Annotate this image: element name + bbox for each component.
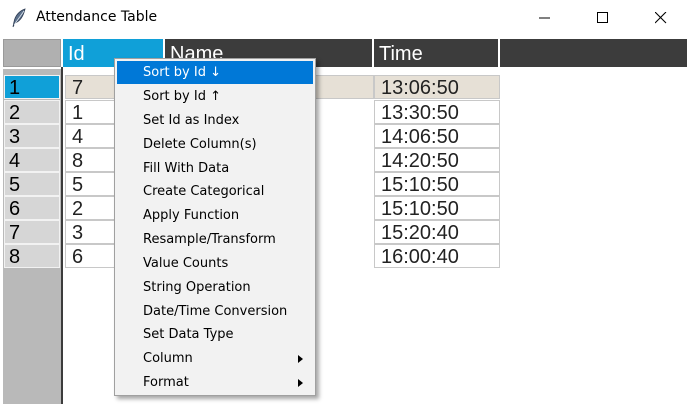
menu-item-datetime-conversion[interactable]: Date/Time Conversion bbox=[117, 300, 313, 323]
row-index[interactable]: 6 bbox=[4, 196, 60, 220]
menu-item-fill-with-data[interactable]: Fill With Data bbox=[117, 157, 313, 180]
minimize-button[interactable] bbox=[522, 0, 568, 36]
index-divider bbox=[61, 67, 63, 404]
row-index[interactable]: 4 bbox=[4, 148, 60, 172]
menu-item-sort-ascending[interactable]: Sort by Id ↑ bbox=[117, 85, 313, 108]
menu-item-value-counts[interactable]: Value Counts bbox=[117, 252, 313, 275]
cell-time[interactable]: 14:20:50 bbox=[374, 148, 500, 172]
menu-item-label: Column bbox=[143, 351, 193, 366]
menu-item-create-categorical[interactable]: Create Categorical bbox=[117, 180, 313, 203]
cell-time[interactable]: 15:10:50 bbox=[374, 172, 500, 196]
row-index[interactable]: 7 bbox=[4, 220, 60, 244]
context-menu: Sort by Id ↓ Sort by Id ↑ Set Id as Inde… bbox=[114, 58, 316, 396]
maximize-icon bbox=[597, 12, 608, 23]
submenu-arrow-icon bbox=[298, 355, 303, 363]
minimize-icon bbox=[539, 17, 550, 19]
feather-icon bbox=[12, 8, 26, 28]
cell-time[interactable]: 15:20:40 bbox=[374, 220, 500, 244]
submenu-arrow-icon bbox=[298, 379, 303, 387]
menu-item-delete-columns[interactable]: Delete Column(s) bbox=[117, 133, 313, 156]
menu-item-format[interactable]: Format bbox=[117, 371, 313, 394]
menu-item-set-index[interactable]: Set Id as Index bbox=[117, 109, 313, 132]
menu-item-set-data-type[interactable]: Set Data Type bbox=[117, 323, 313, 346]
table-corner[interactable] bbox=[3, 39, 61, 67]
window-title: Attendance Table bbox=[36, 9, 158, 25]
close-icon bbox=[655, 12, 667, 24]
menu-item-column[interactable]: Column bbox=[117, 347, 313, 370]
menu-item-resample-transform[interactable]: Resample/Transform bbox=[117, 228, 313, 251]
close-button[interactable] bbox=[638, 0, 684, 36]
cell-time[interactable]: 14:06:50 bbox=[374, 124, 500, 148]
column-header-time[interactable]: Time bbox=[374, 39, 500, 67]
menu-item-string-operation[interactable]: String Operation bbox=[117, 276, 313, 299]
row-index[interactable]: 2 bbox=[4, 100, 60, 124]
menu-item-apply-function[interactable]: Apply Function bbox=[117, 204, 313, 227]
row-index[interactable]: 1 bbox=[4, 75, 60, 99]
menu-item-sort-descending[interactable]: Sort by Id ↓ bbox=[117, 61, 313, 84]
row-index[interactable]: 3 bbox=[4, 124, 60, 148]
row-index[interactable]: 8 bbox=[4, 244, 60, 268]
menu-item-label: Format bbox=[143, 375, 189, 390]
cell-time[interactable]: 15:10:50 bbox=[374, 196, 500, 220]
row-index[interactable]: 5 bbox=[4, 172, 60, 196]
maximize-button[interactable] bbox=[580, 0, 626, 36]
cell-time[interactable]: 13:30:50 bbox=[374, 100, 500, 124]
title-bar: Attendance Table bbox=[0, 0, 690, 36]
cell-time[interactable]: 16:00:40 bbox=[374, 244, 500, 268]
cell-time[interactable]: 13:06:50 bbox=[374, 75, 500, 99]
